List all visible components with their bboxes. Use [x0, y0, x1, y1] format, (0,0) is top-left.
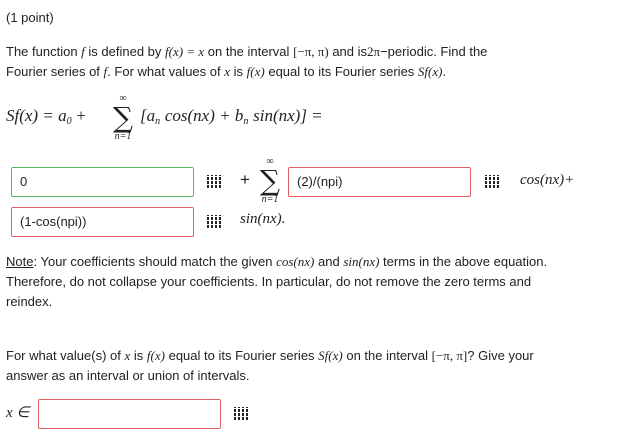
question2-line-2: answer as an interval or union of interv…: [6, 368, 250, 383]
interval-input[interactable]: [38, 399, 221, 429]
question-line-2: Fourier series of f. For what values of …: [6, 64, 447, 79]
equation-editor-icon[interactable]: [234, 407, 248, 421]
a0-input[interactable]: 0: [11, 167, 194, 197]
equation-editor-icon[interactable]: [207, 215, 221, 229]
plus-sign: +: [240, 170, 250, 189]
formula-sigma: ∞ ∑ n=1: [113, 93, 133, 142]
cos-label: cos(nx)+: [520, 172, 575, 188]
question2-line-1: For what value(s) of x is f(x) equal to …: [6, 348, 534, 363]
note-line-3: reindex.: [6, 294, 53, 309]
equation-editor-icon[interactable]: [207, 175, 221, 189]
answer-sigma: ∞ ∑ n=1: [260, 156, 280, 205]
bn-input[interactable]: (1-cos(npi)): [11, 207, 194, 237]
formula-terms: [an cos(nx) + bn sin(nx)] =: [140, 106, 323, 127]
question-line-1: The function f is defined by f(x) = x on…: [6, 44, 488, 59]
an-input[interactable]: (2)/(npi): [288, 167, 471, 197]
note-line-2: Therefore, do not collapse your coeffici…: [6, 274, 532, 289]
fourier-formula: Sf(x) = a0 +: [6, 106, 86, 127]
x-in-label: x ∈: [6, 405, 30, 421]
note-line-1: Note: Your coefficients should match the…: [6, 254, 548, 269]
equation-editor-icon[interactable]: [485, 175, 499, 189]
sin-label: sin(nx).: [240, 211, 286, 227]
points-label: (1 point): [6, 10, 54, 25]
